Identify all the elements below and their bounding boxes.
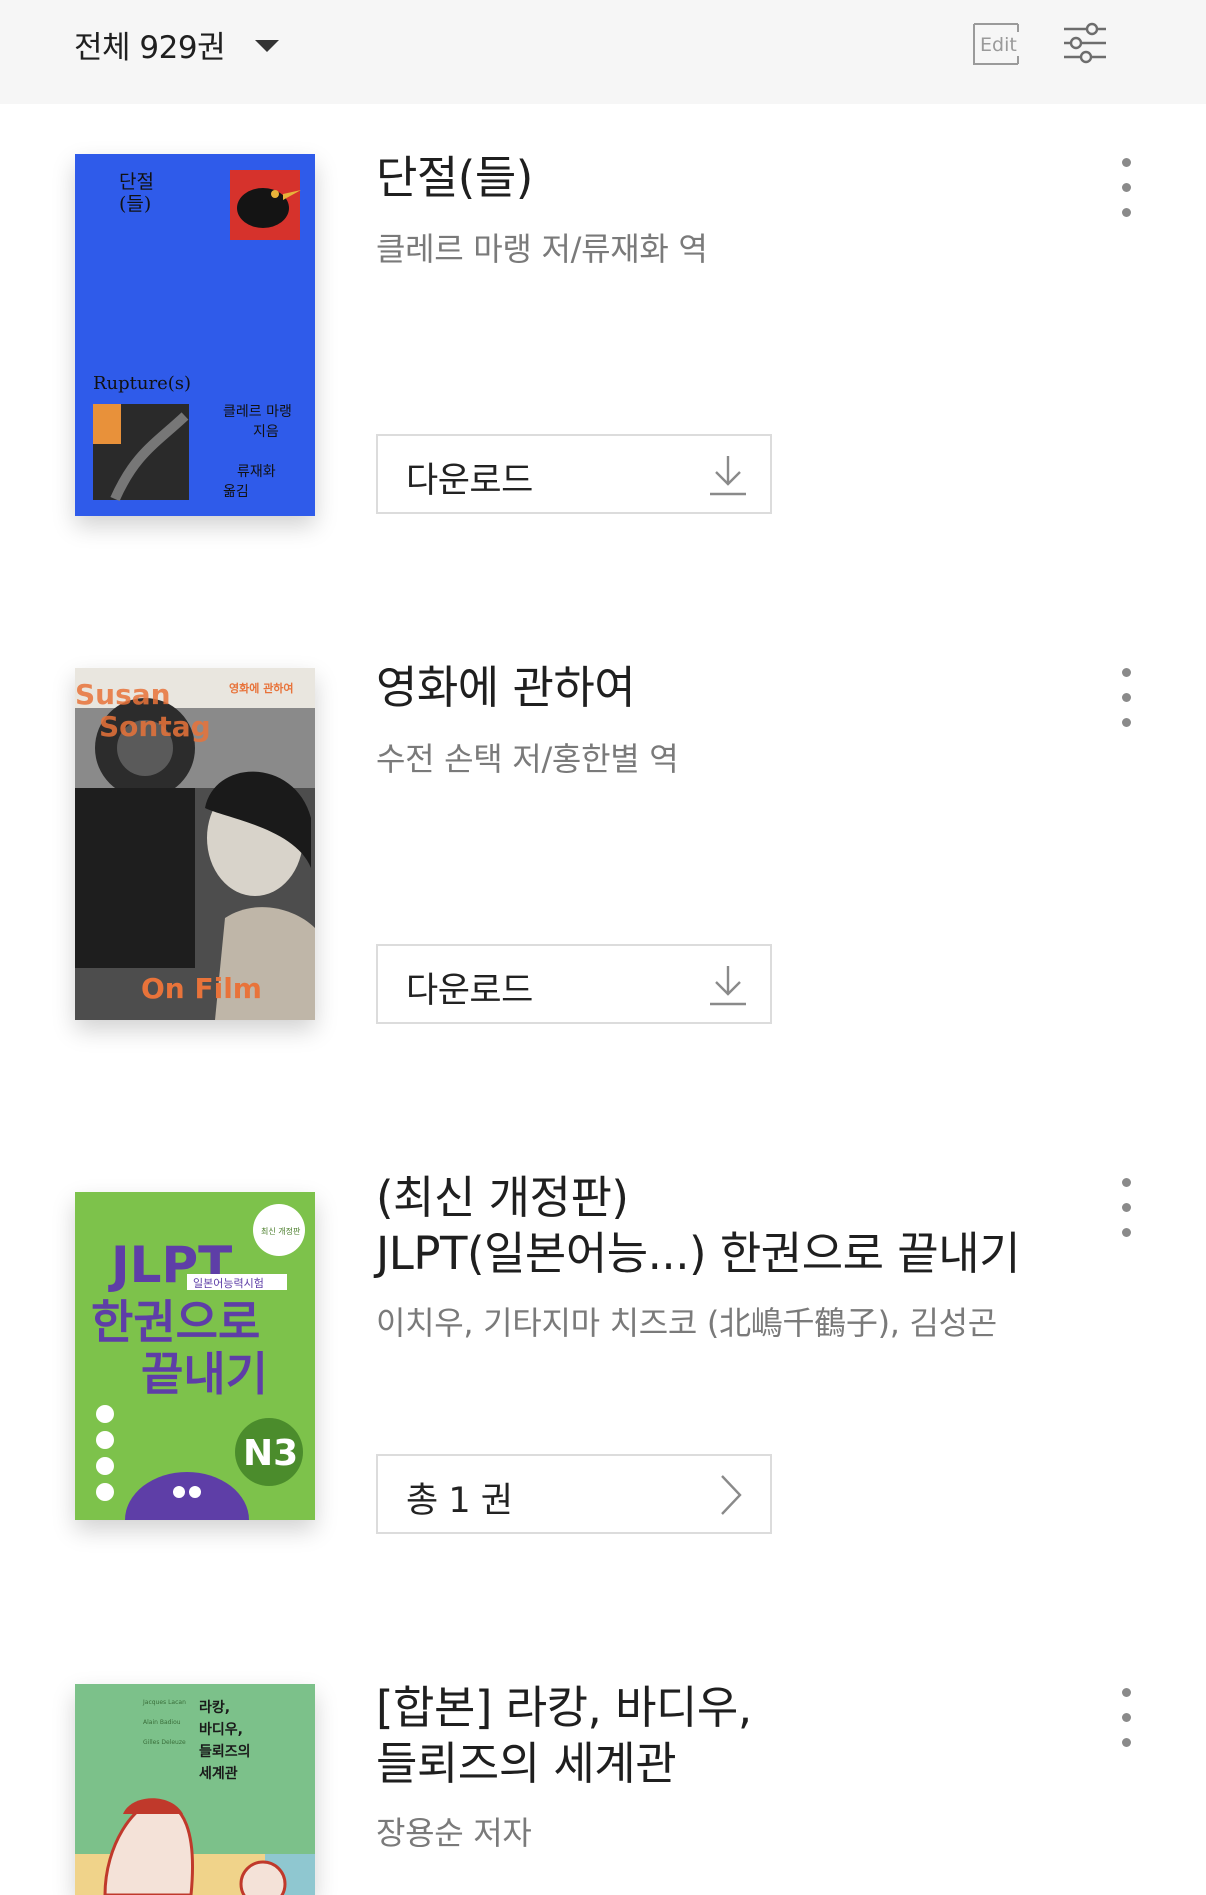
book-author: 장용순 저자 — [376, 1814, 532, 1852]
book-cover-image: 최신 개정판 JLPT 일본어능력시험 한권으로 끝내기 N3 — [75, 1192, 315, 1520]
cover-title: 단절 (들) — [119, 171, 154, 215]
svg-text:세계관: 세계관 — [199, 1765, 238, 1782]
edit-label: Edit — [980, 34, 1017, 56]
more-options-button[interactable] — [1112, 1688, 1140, 1748]
library-filter-dropdown[interactable]: 전체 929권 — [74, 22, 280, 67]
svg-text:Jacques Lacan: Jacques Lacan — [142, 1699, 186, 1706]
more-dot-icon — [1121, 1178, 1131, 1187]
svg-text:옮김: 옮김 — [223, 484, 249, 500]
svg-text:Alain Badiou: Alain Badiou — [143, 1719, 181, 1726]
svg-text:최신 개정판: 최신 개정판 — [261, 1226, 301, 1236]
book-cover[interactable]: 단절 (들) Rupture(s) 클레르 마랭 지음 류재화 옮김 — [75, 154, 315, 516]
library-header: 전체 929권 Edit — [0, 0, 1206, 104]
book-author: 수전 손택 저/홍한별 역 — [376, 740, 679, 778]
download-icon — [710, 966, 746, 1006]
book-title[interactable]: 단절(들) — [376, 150, 1056, 206]
book-title[interactable]: (최신 개정판) JLPT(일본어능...) 한권으로 끝내기 — [376, 1170, 1056, 1282]
chevron-right-icon — [721, 1475, 742, 1515]
download-label: 다운로드 — [406, 971, 533, 1011]
svg-text:한권으로: 한권으로 — [91, 1295, 260, 1349]
svg-text:N3: N3 — [243, 1433, 298, 1474]
svg-text:류재화: 류재화 — [237, 464, 276, 480]
download-button[interactable]: 다운로드 — [376, 434, 772, 514]
book-title[interactable]: [합본] 라캉, 바디우, 들뢰즈의 세계관 — [376, 1680, 1056, 1792]
download-button[interactable]: 다운로드 — [376, 944, 772, 1024]
caret-down-icon — [255, 39, 280, 52]
download-icon — [710, 456, 746, 496]
edit-icon: Edit — [973, 23, 1019, 65]
more-options-button[interactable] — [1112, 158, 1140, 218]
book-title[interactable]: 영화에 관하여 — [376, 660, 1056, 716]
series-button[interactable]: 총 1 권 — [376, 1454, 772, 1534]
svg-text:일본어능력시험: 일본어능력시험 — [193, 1276, 264, 1290]
svg-text:끝내기: 끝내기 — [141, 1347, 268, 1401]
svg-text:Gilles Deleuze: Gilles Deleuze — [143, 1739, 186, 1746]
more-dot-icon — [1121, 158, 1131, 167]
sliders-icon — [1064, 22, 1106, 64]
svg-text:라캉,: 라캉, — [199, 1699, 230, 1716]
download-label: 다운로드 — [406, 461, 533, 501]
svg-text:바디우,: 바디우, — [199, 1722, 243, 1738]
more-dot-icon — [1121, 668, 1131, 677]
book-author: 클레르 마랭 저/류재화 역 — [376, 230, 708, 268]
filter-settings-button[interactable] — [1062, 20, 1108, 66]
book-cover[interactable]: 영화에 관하여 Susan Sontag On Film — [75, 668, 315, 1020]
book-author: 이치우, 기타지마 치즈코 (北嶋千鶴子), 김성곤 — [376, 1304, 997, 1342]
svg-text:영화에 관하여: 영화에 관하여 — [229, 681, 294, 695]
library-count-label: 전체 929권 — [74, 30, 226, 66]
svg-text:지음: 지음 — [253, 424, 279, 440]
more-options-button[interactable] — [1112, 1178, 1140, 1238]
book-cover-image: 단절 (들) Rupture(s) 클레르 마랭 지음 류재화 옮김 — [75, 154, 315, 516]
book-cover[interactable]: 최신 개정판 JLPT 일본어능력시험 한권으로 끝내기 N3 — [75, 1192, 315, 1520]
more-dot-icon — [1121, 1688, 1131, 1697]
edit-button[interactable]: Edit — [970, 22, 1022, 66]
book-cover[interactable]: Jacques Lacan Alain Badiou Gilles Deleuz… — [75, 1684, 315, 1895]
svg-text:클레르 마랭: 클레르 마랭 — [223, 404, 292, 420]
svg-text:들뢰즈의: 들뢰즈의 — [199, 1743, 251, 1760]
book-cover-image: Jacques Lacan Alain Badiou Gilles Deleuz… — [75, 1684, 315, 1895]
book-cover-image: 영화에 관하여 Susan Sontag On Film — [75, 668, 315, 1020]
cover-subtitle: Rupture(s) — [93, 373, 191, 394]
svg-text:Susan: Susan — [75, 678, 171, 711]
more-options-button[interactable] — [1112, 668, 1140, 728]
svg-text:On Film: On Film — [141, 972, 262, 1005]
svg-text:Sontag: Sontag — [99, 710, 211, 743]
series-count-label: 총 1 권 — [406, 1481, 513, 1521]
